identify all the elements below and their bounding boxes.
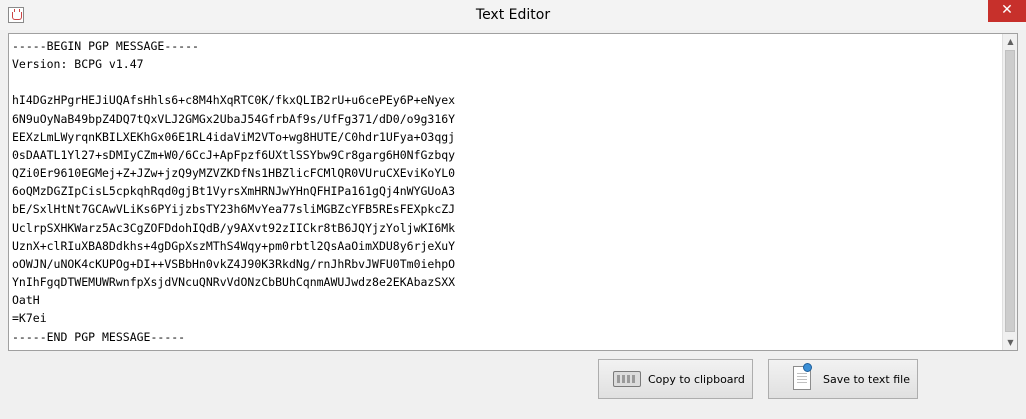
scroll-down-arrow-icon[interactable]: ▼ [1003, 335, 1018, 350]
title-bar[interactable]: Text Editor ✕ [0, 0, 1026, 30]
copy-button-label: Copy to clipboard [648, 373, 745, 386]
copy-to-clipboard-button[interactable]: Copy to clipboard [598, 359, 753, 399]
scroll-thumb[interactable] [1005, 50, 1015, 332]
text-content[interactable]: -----BEGIN PGP MESSAGE----- Version: BCP… [12, 37, 455, 346]
keyboard-icon [613, 371, 641, 387]
text-editor-window: Text Editor ✕ -----BEGIN PGP MESSAGE----… [0, 0, 1026, 419]
text-area[interactable]: -----BEGIN PGP MESSAGE----- Version: BCP… [8, 33, 1018, 351]
scroll-up-arrow-icon[interactable]: ▲ [1003, 34, 1018, 49]
save-to-text-file-button[interactable]: Save to text file [768, 359, 918, 399]
pin-shape [803, 363, 812, 372]
window-title: Text Editor [475, 7, 551, 23]
save-button-label: Save to text file [823, 373, 910, 386]
vertical-scrollbar[interactable]: ▲ ▼ [1002, 34, 1017, 350]
close-button[interactable]: ✕ [988, 0, 1026, 22]
